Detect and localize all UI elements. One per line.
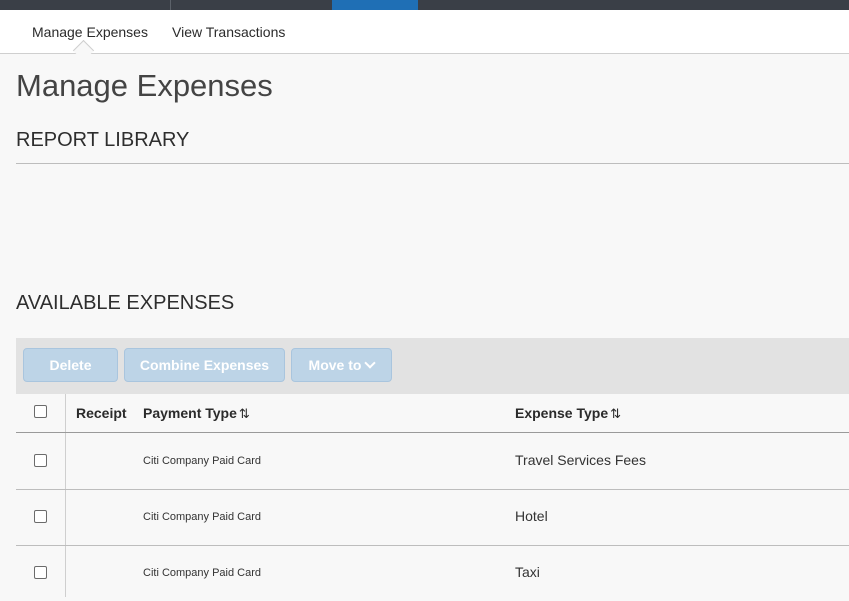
expense-type-cell: Taxi — [515, 564, 540, 580]
table-row[interactable]: Citi Company Paid Card Hotel — [16, 489, 849, 546]
payment-type-cell: Citi Company Paid Card — [143, 455, 261, 467]
expense-type-cell: Hotel — [515, 508, 548, 524]
table-row[interactable]: Citi Company Paid Card Travel Services F… — [16, 433, 849, 490]
available-expenses-heading: AVAILABLE EXPENSES — [16, 292, 235, 314]
top-app-bar — [0, 0, 849, 10]
table-row[interactable]: Citi Company Paid Card Taxi — [16, 545, 849, 601]
select-all-checkbox[interactable] — [34, 405, 47, 418]
table-header: Receipt Payment Type ⇅ Expense Type ⇅ — [16, 394, 849, 433]
combine-expenses-button[interactable]: Combine Expenses — [124, 348, 285, 382]
page-title: Manage Expenses — [16, 68, 273, 103]
sort-icon: ⇅ — [610, 406, 622, 421]
sub-navigation: Manage Expenses View Transactions — [0, 10, 849, 62]
report-library-divider — [16, 163, 849, 164]
expenses-toolbar: Delete Combine Expenses Move to — [16, 338, 849, 394]
row-checkbox[interactable] — [34, 454, 47, 467]
topbar-divider — [170, 0, 171, 10]
sort-icon: ⇅ — [238, 406, 250, 421]
report-library-heading: REPORT LIBRARY — [16, 129, 190, 151]
row-checkbox[interactable] — [34, 566, 47, 579]
payment-type-cell: Citi Company Paid Card — [143, 567, 261, 579]
combine-expenses-label: Combine Expenses — [139, 357, 270, 373]
column-header-expense-type[interactable]: Expense Type ⇅ — [515, 405, 621, 422]
delete-button[interactable]: Delete — [23, 348, 118, 382]
tab-view-transactions[interactable]: View Transactions — [172, 24, 285, 40]
move-to-button[interactable]: Move to — [291, 348, 392, 382]
chevron-down-icon — [364, 357, 377, 369]
payment-type-label: Payment Type — [143, 405, 237, 421]
column-header-receipt: Receipt — [76, 405, 127, 421]
column-header-payment-type[interactable]: Payment Type ⇅ — [143, 405, 250, 422]
active-tab-caret — [72, 39, 95, 62]
expense-type-label: Expense Type — [515, 405, 609, 421]
row-checkbox[interactable] — [34, 510, 47, 523]
move-to-label: Move to — [308, 357, 362, 373]
payment-type-cell: Citi Company Paid Card — [143, 511, 261, 523]
tab-manage-expenses[interactable]: Manage Expenses — [32, 24, 148, 40]
delete-button-label: Delete — [49, 357, 92, 373]
expense-type-cell: Travel Services Fees — [515, 452, 646, 468]
topbar-active-tab-indicator[interactable] — [332, 0, 418, 10]
